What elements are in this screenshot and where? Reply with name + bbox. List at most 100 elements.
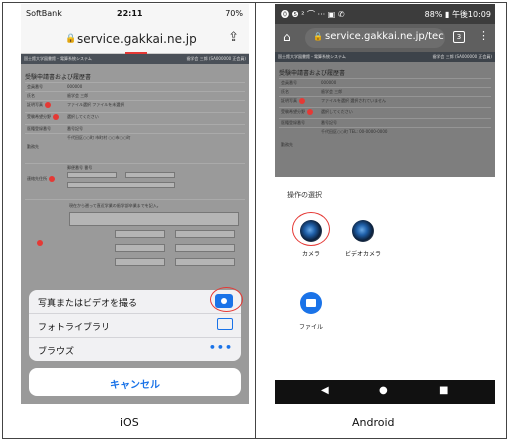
chooser-title: 操作の選択 xyxy=(287,191,322,199)
row-value: 歯学会 三郎 xyxy=(321,89,343,94)
form-row: 勤務先 千代田区○○町 TEL: 00-0000-0000 xyxy=(279,127,491,167)
home-icon[interactable]: ⌂ xyxy=(283,30,291,44)
row-label: 氏名 xyxy=(281,89,289,94)
required-badge xyxy=(307,109,313,115)
ios-status-bar: SoftBank 22:11 70% xyxy=(21,4,249,24)
form-row-field: 受験希望分野 選択してください xyxy=(25,112,245,124)
android-web-content: 国士館大学図書館・電算系統システム 歯学会 三郎 (SA000000 正会員) … xyxy=(275,52,495,177)
url-host[interactable]: service.gakkai.ne.jp/tec xyxy=(325,31,444,42)
row-value: 千代田区○○町 市町村 ○○市○○町 xyxy=(67,135,131,140)
address-input[interactable] xyxy=(67,182,175,188)
share-icon[interactable]: ⇪ xyxy=(228,30,239,45)
row-label: 勤務先 xyxy=(281,142,293,147)
cancel-button[interactable]: キャンセル xyxy=(29,368,241,396)
form-row-photo: 証明写真 ファイルを選択 選択されていません xyxy=(279,96,491,107)
form-row: 氏名 歯学会 三郎 xyxy=(279,87,491,96)
form-row-photo: 証明写真 ファイル選択 ファイルを未選択 xyxy=(25,100,245,112)
file-select-button[interactable]: ファイルを選択 選択されていません xyxy=(321,98,386,104)
row-value: 歯学会 三郎 xyxy=(67,93,89,98)
field-select[interactable]: 選択してください xyxy=(321,109,353,115)
date-input[interactable] xyxy=(115,244,165,252)
row-label-text: 証明写真 xyxy=(281,98,297,103)
system-name: 国士館大学図書館・電算系統システム xyxy=(24,56,92,61)
required-badge xyxy=(299,98,305,104)
battery-level: 88% xyxy=(424,10,443,19)
career-note: 現在から遡って直近学業の歯学部卒業までを記入。 xyxy=(69,203,161,208)
recents-icon[interactable]: ■ xyxy=(439,385,448,396)
url-host[interactable]: service.gakkai.ne.jp xyxy=(77,32,197,46)
tab-switcher-icon[interactable]: 3 xyxy=(453,31,465,43)
row-value: 000000 xyxy=(67,84,83,89)
row-label: 氏名 xyxy=(27,93,35,98)
row-label-text: 証明写真 xyxy=(27,102,43,107)
highlight-circle xyxy=(292,212,330,246)
row-label: 連絡先住所 xyxy=(27,176,55,182)
career-table-header xyxy=(69,212,239,226)
carrier-label: SoftBank xyxy=(26,9,62,18)
ios-address-bar[interactable]: 🔒 service.gakkai.ne.jp ⇪ xyxy=(21,24,249,54)
take-photo-option[interactable]: 写真またはビデオを撮る xyxy=(29,290,241,314)
required-badge xyxy=(45,102,51,108)
field-select[interactable]: 選択してください xyxy=(67,114,99,120)
option-label: フォトライブラリ xyxy=(38,323,111,333)
panel-divider xyxy=(255,2,256,439)
form-row: 氏名 歯学会 三郎 xyxy=(25,91,245,100)
required-badge xyxy=(37,240,43,246)
row-value: 番号記号 xyxy=(67,126,83,131)
battery-level: 70% xyxy=(225,9,243,18)
row-label-text: 受験希望分野 xyxy=(281,109,305,114)
row-label: 会員番号 xyxy=(281,80,297,85)
app-label: ビデオカメラ xyxy=(344,251,381,258)
status-time: 午後10:09 xyxy=(451,10,491,19)
status-right: 88% ▮ 午後10:09 xyxy=(424,10,491,19)
row-label: 受験希望分野 xyxy=(27,114,59,120)
form-row: 会員番号 000000 xyxy=(279,78,491,87)
form-row: 医籍登録番号 番号記号 xyxy=(25,124,245,133)
caption-android: Android xyxy=(352,416,395,429)
row-label: 会員番号 xyxy=(27,84,43,89)
status-time: 22:11 xyxy=(117,9,143,18)
date-input[interactable] xyxy=(115,258,165,266)
browse-option[interactable]: ブラウズ ••• xyxy=(29,338,241,362)
date-input[interactable] xyxy=(115,230,165,238)
video-camera-app[interactable]: ビデオカメラ xyxy=(337,220,389,258)
android-screenshot: ⓿ ❺ ² ⌒ ··· ▣ ✆ 88% ▮ 午後10:09 ⌂ 🔒 servic… xyxy=(275,4,495,404)
row-label: 医籍登録番号 xyxy=(281,120,305,125)
app-label: カメラ xyxy=(301,251,320,258)
files-app[interactable]: ファイル xyxy=(293,292,329,331)
career-section: 現在から遡って直近学業の歯学部卒業までを記入。 xyxy=(25,199,245,289)
home-button-icon[interactable]: ● xyxy=(379,385,388,396)
ios-screenshot: SoftBank 22:11 70% 🔒 service.gakkai.ne.j… xyxy=(21,4,249,404)
date-input[interactable] xyxy=(175,244,235,252)
more-vert-icon[interactable]: ⋮ xyxy=(478,29,489,42)
row-label-text: 受験希望分野 xyxy=(27,114,51,119)
date-input[interactable] xyxy=(175,230,235,238)
row-label: 証明写真 xyxy=(27,102,51,108)
number-input[interactable] xyxy=(125,172,175,178)
user-name: 歯学会 三郎 (SA000000 正会員) xyxy=(432,54,492,59)
photo-library-option[interactable]: フォトライブラリ xyxy=(29,314,241,338)
file-select-button[interactable]: ファイル選択 ファイルを未選択 xyxy=(67,102,124,108)
android-nav-bar: ◀ ● ■ xyxy=(275,380,495,404)
date-input[interactable] xyxy=(175,258,235,266)
photo-library-icon xyxy=(217,318,233,330)
row-label-text: 連絡先住所 xyxy=(27,176,47,181)
more-icon: ••• xyxy=(208,341,233,354)
video-camera-app-icon xyxy=(352,220,374,242)
row-label: 証明写真 xyxy=(281,98,305,104)
back-icon[interactable]: ◀ xyxy=(321,385,329,396)
user-name: 歯学会 三郎 (SA000000 正会員) xyxy=(186,56,246,61)
option-label: 写真またはビデオを撮る xyxy=(38,299,138,309)
postal-input[interactable] xyxy=(67,172,117,178)
page-title: 受験申請書および履歴書 xyxy=(25,74,92,81)
row-value: 郵便番号 番号 xyxy=(67,165,93,170)
folder-icon xyxy=(300,292,322,314)
form-row: 医籍登録番号 番号記号 xyxy=(279,118,491,127)
status-icons: ⓿ ❺ ² ⌒ ··· ▣ ✆ xyxy=(281,10,345,19)
page-title: 受験申請書および履歴書 xyxy=(279,70,346,77)
row-label: 医籍登録番号 xyxy=(27,126,51,131)
row-value: 000000 xyxy=(321,80,337,85)
form-row-field: 受験希望分野 選択してください xyxy=(279,107,491,118)
site-header: 国士館大学図書館・電算系統システム 歯学会 三郎 (SA000000 正会員) xyxy=(21,54,249,64)
android-address-bar: ⌂ 🔒 service.gakkai.ne.jp/tec 3 ⋮ xyxy=(275,24,495,52)
